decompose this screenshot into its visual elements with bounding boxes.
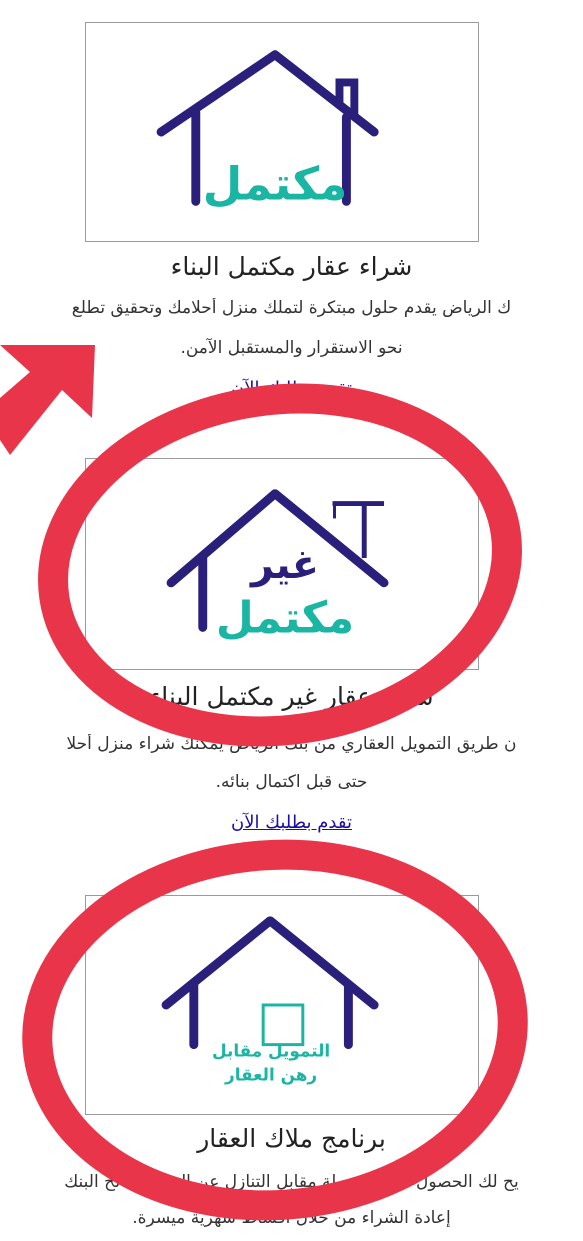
apply-now-link[interactable]: تقدم بطلبك الآن <box>0 812 583 833</box>
section-description: يح لك الحصول على السيولة مقابل التنازل ع… <box>64 1172 519 1192</box>
svg-text:غير: غير <box>249 542 319 588</box>
house-logo-complete-icon: مكتمل <box>156 50 379 210</box>
svg-text:مكتمل: مكتمل <box>203 157 348 210</box>
svg-text:مكتمل: مكتمل <box>216 593 354 643</box>
section-description: ك الرياض يقدم حلول مبتكرة لتملك منزل أحل… <box>71 298 512 318</box>
house-logo-mortgage-icon: التمويل مقابل رهن العقار <box>161 916 379 1085</box>
section-description: ن طريق التمويل العقاري من بنك الرياض يمك… <box>66 734 517 754</box>
section-title: شراء عقار غير مكتمل البناء <box>149 682 434 711</box>
svg-text:رهن العقار: رهن العقار <box>224 1064 317 1085</box>
section-description: إعادة الشراء من خلال أقساط شهرية ميسرة. <box>132 1208 451 1228</box>
logo-card-owners: التمويل مقابل رهن العقار <box>85 895 479 1115</box>
section-description: نحو الاستقرار والمستقبل الآمن. <box>180 338 403 358</box>
logo-card-complete: مكتمل <box>85 22 479 242</box>
arrow-annotation-icon <box>0 345 95 455</box>
apply-now-link[interactable]: تقدم بطلبك الآن <box>0 378 583 399</box>
section-title: برنامج ملاك العقار <box>197 1124 386 1153</box>
section-title: شراء عقار مكتمل البناء <box>170 252 413 281</box>
logo-card-incomplete: غير مكتمل <box>85 458 479 670</box>
section-description: حتى قبل اكتمال بنائه. <box>215 772 368 792</box>
house-logo-crane-icon: غير مكتمل <box>166 489 389 643</box>
svg-text:التمويل مقابل: التمويل مقابل <box>212 1041 330 1062</box>
